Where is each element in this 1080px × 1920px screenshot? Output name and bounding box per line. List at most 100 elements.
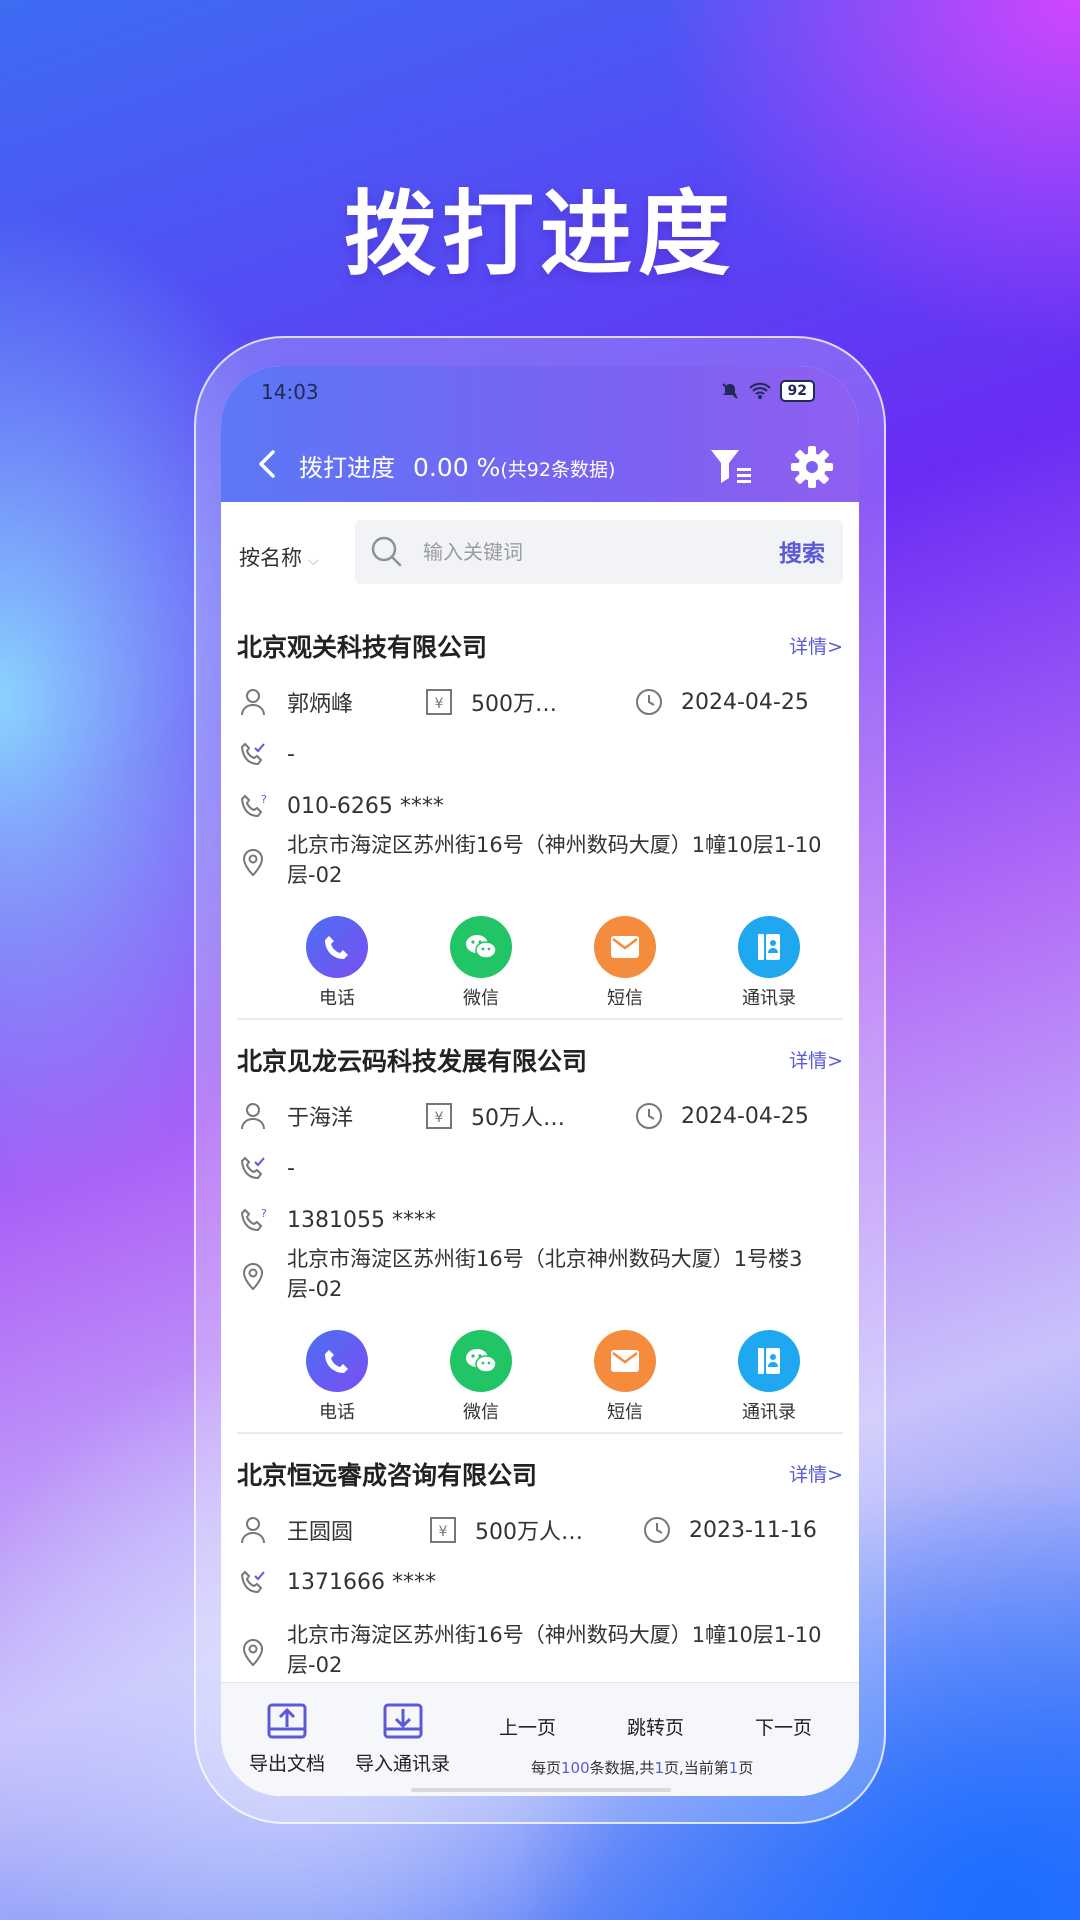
phone-icon [325,936,348,959]
called-value: - [287,741,295,767]
call-button[interactable]: 电话 [277,1330,397,1424]
location-pin-icon [242,1263,264,1291]
date-field: 2024-04-25 [633,1096,809,1136]
date-field: 2024-04-25 [633,682,809,722]
person-icon [241,1103,265,1130]
pinfo-text: 每页 [531,1759,562,1777]
export-icon [267,1703,307,1739]
phone-row: 1371666 **** [237,1562,843,1602]
page-title: 拨打进度 0.00 %(共92条数据) [299,448,615,483]
search-input[interactable] [423,534,723,570]
status-time: 14:03 [261,380,319,404]
phone-screen: 14:03 92 拨打进度 0.00 %(共92条数据) 按名称 ⌵ 输入关键词… [221,366,859,1796]
address-value: 北京市海淀区苏州街16号（北京神州数码大厦）1号楼3层-02 [287,1247,803,1301]
contacts-button[interactable]: 通讯录 [709,916,829,1010]
capital-field: ¥ 50万人… [423,1096,565,1136]
capital-field: ¥ 500万… [423,682,557,722]
import-label: 导入通讯录 [355,1753,451,1775]
phone-value: 1371666 **** [287,1569,436,1595]
contacts-label: 通讯录 [742,988,796,1009]
call-label: 电话 [319,1402,355,1423]
sort-label: 按名称 [239,546,302,570]
bottom-bar: 导出文档 导入通讯录 上一页 跳转页 下一页 每页100条数据,共1页,当前第1… [221,1682,859,1796]
called-value: - [287,1155,295,1181]
contacts-book-icon [758,934,780,960]
search-box: 搜索 [355,520,843,584]
wechat-button[interactable]: 微信 [421,916,541,1010]
capital-icon: ¥ [430,1517,456,1543]
sms-button[interactable]: 短信 [565,916,685,1010]
settings-gear-icon[interactable] [787,442,837,492]
svg-text:¥: ¥ [439,1524,448,1540]
company-meta: 于海洋 ¥ 50万人… 2024-04-25 [237,1096,843,1136]
phone-called-icon [240,742,265,766]
capital-field: ¥ 500万人… [427,1510,583,1550]
person-icon [241,689,265,716]
address-row: 北京市海淀区苏州街16号（神州数码大厦）1幢10层1-10层-02 [237,1620,843,1680]
title-text: 拨打进度 [299,454,395,482]
company-meta: 王圆圆 ¥ 500万人… 2023-11-16 [237,1510,843,1550]
location-pin-icon [242,849,264,877]
capital-value: 50万人… [471,1106,565,1131]
capital-icon: ¥ [426,1103,452,1129]
pinfo-text: 页,当前第 [663,1759,729,1777]
address-row: 北京市海淀区苏州街16号（北京神州数码大厦）1号楼3层-02 [237,1244,843,1304]
person-name: 郭炳峰 [287,692,354,717]
called-row: - [237,1148,843,1188]
search-icon [371,536,402,567]
capital-value: 500万… [471,692,557,717]
wechat-icon [466,935,497,959]
record-count: (共92条数据) [500,459,616,481]
person-name: 王圆圆 [287,1520,354,1545]
back-icon[interactable] [247,442,287,486]
sort-dropdown[interactable]: 按名称 ⌵ [239,542,319,572]
sms-button[interactable]: 短信 [565,1330,685,1424]
search-button[interactable]: 搜索 [779,534,825,568]
contacts-button[interactable]: 通讯录 [709,1330,829,1424]
detail-link[interactable]: 详情> [789,1460,843,1487]
company-card: 北京观关科技有限公司 详情> 郭炳峰 ¥ 500万… 2024-04-25 - [237,606,843,1020]
action-row: 电话 微信 短信 通讯录 [237,916,843,1009]
person-name: 于海洋 [287,1106,354,1131]
date-value: 2023-11-16 [689,1517,817,1543]
clock-icon [644,1517,670,1543]
company-name: 北京观关科技有限公司 [237,633,488,662]
promo-headline: 拨打进度 [343,181,736,288]
person-field: 于海洋 [237,1096,353,1136]
detail-link[interactable]: 详情> [789,1046,843,1073]
capital-value: 500万人… [475,1520,583,1545]
current-page: 1 [728,1759,739,1777]
action-row: 电话 微信 短信 通讯录 [237,1330,843,1423]
phone-query-icon: ? [240,1207,267,1232]
date-value: 2024-04-25 [681,1103,809,1129]
sms-label: 短信 [607,988,643,1009]
status-icons: 92 [720,380,815,402]
export-document-button[interactable]: 导出文档 [249,1701,325,1776]
phone-row: ? 010-6265 **** [237,786,843,826]
phone-row: ? 1381055 **** [237,1200,843,1240]
person-icon [241,1517,265,1544]
next-page-button[interactable]: 下一页 [755,1713,812,1740]
import-contacts-button[interactable]: 导入通讯录 [355,1701,450,1776]
phone-value: 010-6265 **** [287,793,444,819]
phone-called-icon [240,1570,265,1594]
company-meta: 郭炳峰 ¥ 500万… 2024-04-25 [237,682,843,722]
filter-icon[interactable] [705,442,755,492]
contacts-label: 通讯录 [742,1402,796,1423]
capital-icon: ¥ [426,689,452,715]
svg-text:?: ? [261,793,267,806]
call-button[interactable]: 电话 [277,916,397,1010]
contacts-book-icon [758,1348,780,1374]
detail-link[interactable]: 详情> [789,632,843,659]
jump-page-button[interactable]: 跳转页 [627,1713,684,1740]
wifi-icon [748,382,771,399]
address-row: 北京市海淀区苏州街16号（神州数码大厦）1幢10层1-10层-02 [237,830,843,890]
progress-percent: 0.00 % [413,453,501,482]
prev-page-button[interactable]: 上一页 [499,1713,556,1740]
battery-level: 92 [779,380,815,402]
nav-bar: 拨打进度 0.00 %(共92条数据) [221,436,859,496]
chevron-down-icon: ⌵ [308,553,319,569]
wechat-button[interactable]: 微信 [421,1330,541,1424]
called-row: - [237,734,843,774]
company-name: 北京见龙云码科技发展有限公司 [237,1047,588,1076]
